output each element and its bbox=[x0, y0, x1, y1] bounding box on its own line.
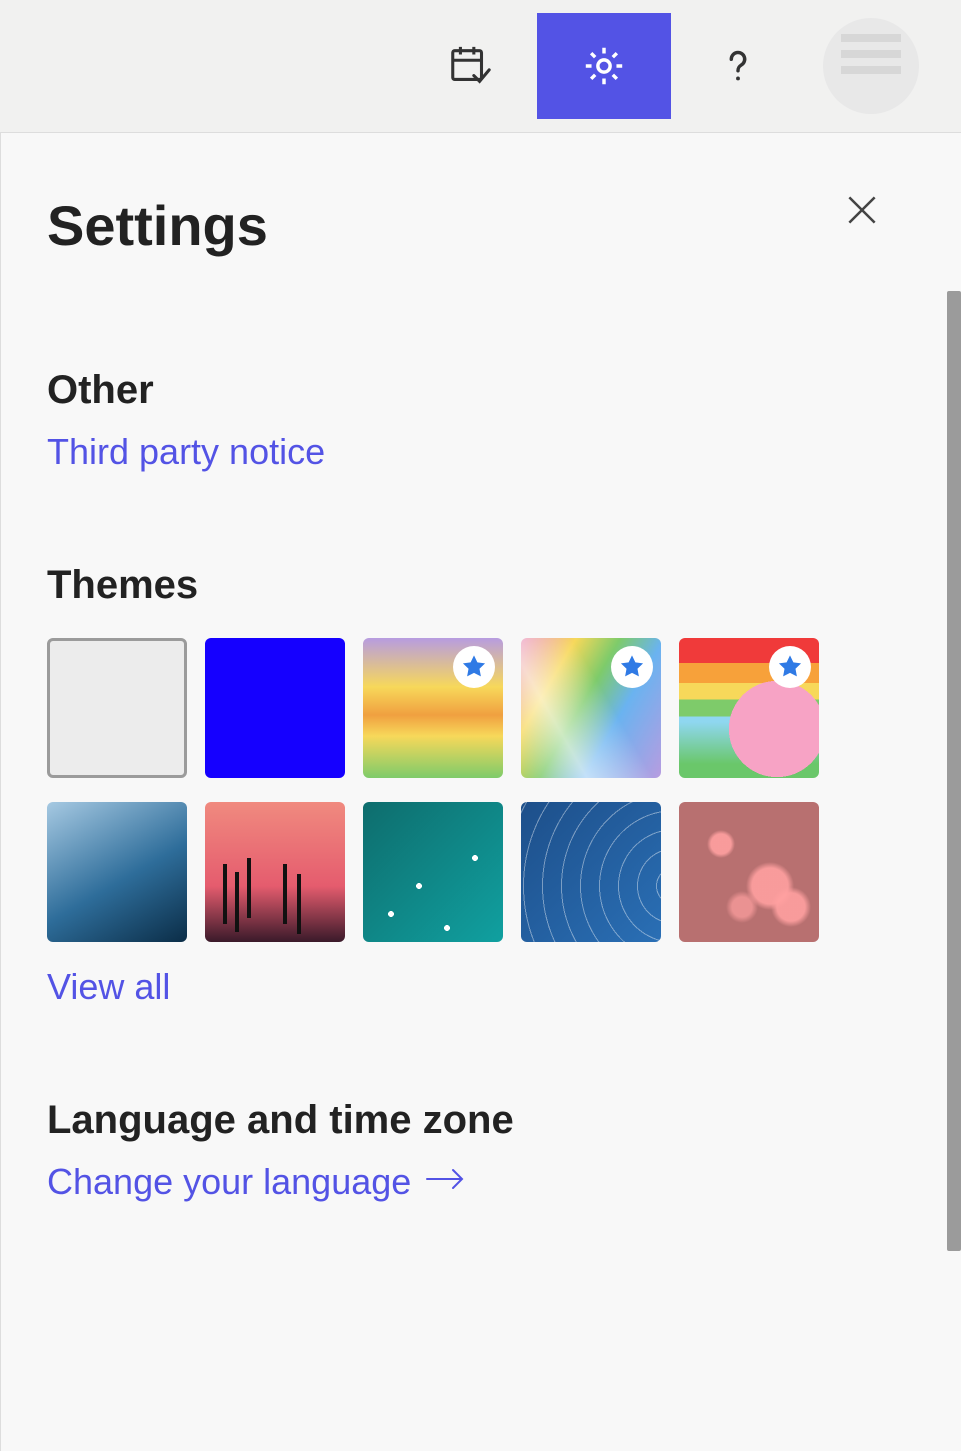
theme-mountain[interactable] bbox=[47, 802, 187, 942]
change-language-label: Change your language bbox=[47, 1161, 411, 1203]
premium-badge bbox=[453, 646, 495, 688]
close-icon bbox=[843, 191, 881, 229]
third-party-notice-link[interactable]: Third party notice bbox=[47, 431, 325, 473]
theme-rainbow[interactable] bbox=[363, 638, 503, 778]
other-heading: Other bbox=[47, 368, 915, 413]
language-heading: Language and time zone bbox=[47, 1098, 915, 1143]
theme-blueprint[interactable] bbox=[521, 802, 661, 942]
gear-icon bbox=[581, 43, 627, 89]
scrollbar[interactable] bbox=[947, 291, 961, 1251]
top-bar bbox=[0, 0, 961, 132]
themes-heading: Themes bbox=[47, 563, 915, 608]
theme-circuit[interactable] bbox=[363, 802, 503, 942]
star-icon bbox=[776, 653, 804, 681]
section-themes: Themes View all bbox=[47, 563, 915, 1008]
calendar-check-icon bbox=[447, 43, 493, 89]
view-all-themes-link[interactable]: View all bbox=[47, 966, 170, 1008]
help-button[interactable] bbox=[671, 13, 805, 119]
theme-ribbons[interactable] bbox=[521, 638, 661, 778]
theme-grid bbox=[47, 638, 915, 942]
theme-default[interactable] bbox=[47, 638, 187, 778]
arrow-right-icon bbox=[425, 1161, 465, 1203]
change-language-link[interactable]: Change your language bbox=[47, 1161, 465, 1203]
settings-panel: Settings Other Third party notice Themes… bbox=[0, 132, 961, 1451]
calendar-button[interactable] bbox=[403, 13, 537, 119]
theme-unicorn[interactable] bbox=[679, 638, 819, 778]
star-icon bbox=[618, 653, 646, 681]
section-other: Other Third party notice bbox=[47, 368, 915, 473]
user-avatar[interactable] bbox=[823, 18, 919, 114]
close-button[interactable] bbox=[843, 191, 881, 234]
settings-button[interactable] bbox=[537, 13, 671, 119]
theme-bokeh[interactable] bbox=[679, 802, 819, 942]
section-language: Language and time zone Change your langu… bbox=[47, 1098, 915, 1203]
premium-badge bbox=[611, 646, 653, 688]
panel-title: Settings bbox=[47, 193, 915, 258]
premium-badge bbox=[769, 646, 811, 688]
theme-sunset[interactable] bbox=[205, 802, 345, 942]
star-icon bbox=[460, 653, 488, 681]
theme-blue[interactable] bbox=[205, 638, 345, 778]
help-icon bbox=[715, 43, 761, 89]
